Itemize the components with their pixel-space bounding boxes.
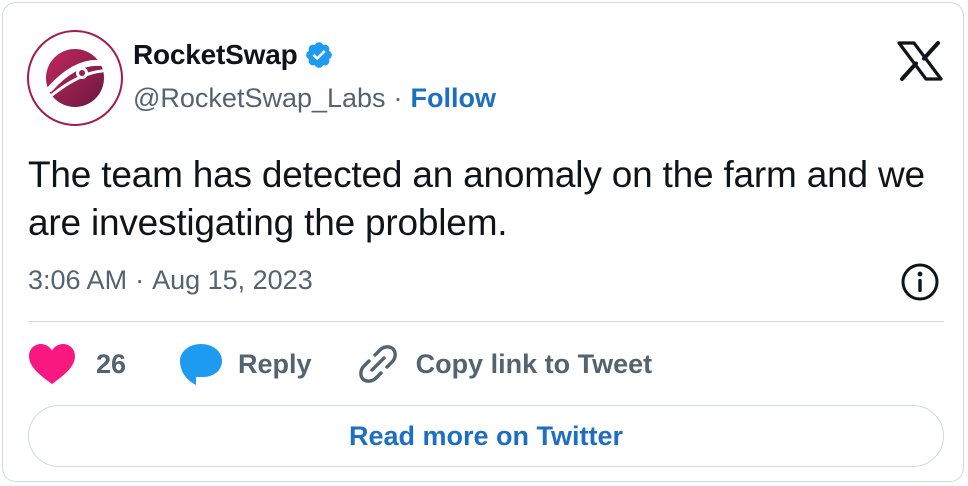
tweet-timestamp[interactable]: 3:06 AM · Aug 15, 2023 (28, 265, 313, 296)
info-icon[interactable] (900, 262, 940, 302)
follow-link[interactable]: Follow (411, 83, 496, 114)
like-button[interactable]: 26 (28, 343, 178, 385)
account-name-row: RocketSwap (133, 39, 334, 71)
account-name[interactable]: RocketSwap (133, 39, 298, 71)
heart-icon (29, 344, 75, 384)
tweet-text: The team has detected an anomaly on the … (28, 154, 925, 243)
verified-badge-icon (305, 42, 332, 68)
reply-label: Reply (238, 348, 312, 379)
tweet-embed-card: RocketSwap @RocketSwap_Labs · Follow The… (2, 2, 964, 482)
separator-dot: · (135, 265, 145, 295)
account-handle[interactable]: @RocketSwap_Labs (133, 83, 386, 114)
speech-bubble-icon (180, 344, 223, 385)
separator-dot: · (393, 83, 403, 113)
link-icon (358, 345, 397, 383)
copy-link-label: Copy link to Tweet (415, 348, 653, 379)
x-logo-icon[interactable] (897, 41, 943, 81)
rocketswap-logo-icon (46, 49, 104, 107)
tweet-time[interactable]: 3:06 AM (28, 265, 127, 296)
divider (28, 321, 944, 322)
like-count: 26 (96, 348, 127, 379)
account-handle-row: @RocketSwap_Labs · Follow (133, 83, 496, 114)
tweet-date[interactable]: Aug 15, 2023 (152, 265, 313, 296)
copy-link-button[interactable]: Copy link to Tweet (356, 342, 653, 386)
reply-button[interactable]: Reply (178, 342, 356, 386)
avatar[interactable] (27, 30, 123, 126)
tweet-actions: 26 Reply Copy link to Tweet (28, 339, 652, 389)
read-more-button[interactable]: Read more on Twitter (28, 405, 944, 467)
